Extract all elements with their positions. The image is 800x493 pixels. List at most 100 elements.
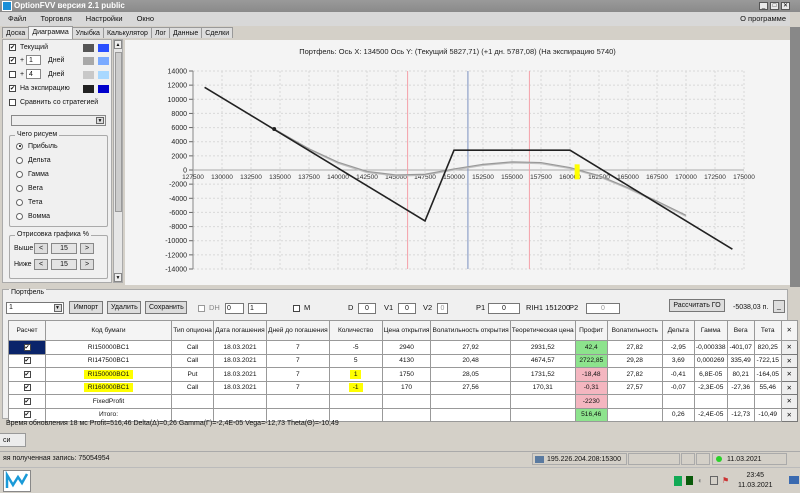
- option-delta[interactable]: Дельта: [16, 155, 51, 167]
- expiry-color-swatch-2[interactable]: [98, 85, 109, 93]
- table-row[interactable]: ✔ RI160000BC1 Call 18.03.2021 7 -1 170 27,56 170…: [8, 380, 798, 395]
- scroll-up-icon[interactable]: ▲: [114, 40, 122, 49]
- speaker-icon[interactable]: ◐: [698, 476, 703, 485]
- close-button[interactable]: ✕: [781, 2, 790, 10]
- tab-data[interactable]: Данные: [168, 27, 203, 38]
- close-icon[interactable]: ✕: [786, 412, 792, 419]
- close-icon[interactable]: ✕: [786, 371, 792, 378]
- save-button[interactable]: Сохранить: [145, 301, 187, 314]
- menu-about[interactable]: О программе: [740, 12, 786, 26]
- v2-input[interactable]: 0: [437, 303, 448, 314]
- clock[interactable]: 23:45 11.03.2021: [738, 471, 773, 491]
- flag-icon[interactable]: ⚑: [722, 476, 729, 485]
- remove-row-button[interactable]: ✕: [780, 380, 798, 395]
- plus4-days-input[interactable]: 4: [26, 69, 42, 80]
- table-row[interactable]: ✔ RI147500BC1 Call 18.03.2021 7 5 4130 20,48 467…: [8, 353, 798, 368]
- plus1-color-swatch-2[interactable]: [98, 57, 109, 65]
- below-decrease-button[interactable]: <: [34, 259, 48, 270]
- remove-row-button[interactable]: ✕: [780, 394, 798, 409]
- minimize-panel-button[interactable]: _: [773, 300, 785, 313]
- radio-icon[interactable]: [16, 212, 23, 220]
- calc-checkbox-cell[interactable]: ✔: [8, 353, 46, 368]
- plus1-days-input[interactable]: 1: [26, 55, 42, 66]
- above-increase-button[interactable]: >: [80, 243, 94, 254]
- remove-row-button[interactable]: ✕: [780, 367, 798, 382]
- d-input[interactable]: 0: [358, 303, 376, 314]
- calc-checkbox-cell[interactable]: ✔: [8, 340, 46, 355]
- dh-spinner-1[interactable]: 0: [225, 303, 244, 314]
- scroll-thumb[interactable]: [115, 52, 122, 212]
- expiry-color-swatch[interactable]: [83, 85, 94, 93]
- scroll-down-icon[interactable]: ▼: [114, 273, 122, 282]
- tab-log[interactable]: Лог: [150, 27, 170, 38]
- dropdown-arrow-icon[interactable]: ▼: [96, 117, 104, 124]
- delete-button[interactable]: Удалить: [107, 301, 141, 314]
- close-icon[interactable]: ✕: [786, 398, 792, 405]
- plus4-checkbox[interactable]: [9, 70, 16, 78]
- calc-checkbox[interactable]: ✔: [23, 343, 31, 351]
- portfolio-select[interactable]: 1 ▼: [6, 302, 64, 314]
- option-theta[interactable]: Тета: [16, 197, 43, 209]
- dropdown-arrow-icon[interactable]: ▼: [54, 304, 62, 312]
- radio-icon[interactable]: [16, 142, 23, 150]
- tab-diagram[interactable]: Диаграмма: [28, 26, 73, 39]
- p2-input[interactable]: 0: [586, 303, 620, 314]
- m-checkbox[interactable]: [293, 305, 300, 312]
- plus4-color-swatch-2[interactable]: [98, 71, 109, 79]
- close-icon[interactable]: ✕: [786, 385, 792, 392]
- radio-icon[interactable]: [16, 170, 23, 178]
- network-tray-icon[interactable]: [710, 476, 718, 485]
- close-icon[interactable]: ✕: [786, 358, 792, 365]
- minimize-button[interactable]: _: [759, 2, 768, 10]
- dh-spinner-2[interactable]: 1: [248, 303, 267, 314]
- calc-checkbox-cell[interactable]: ✔: [8, 394, 46, 409]
- above-decrease-button[interactable]: <: [34, 243, 48, 254]
- app-taskbar-icon[interactable]: [3, 470, 31, 492]
- plus1-color-swatch[interactable]: [83, 57, 94, 65]
- v1-input[interactable]: 0: [398, 303, 416, 314]
- calc-checkbox[interactable]: ✔: [23, 397, 31, 405]
- remove-row-button[interactable]: ✕: [780, 340, 798, 355]
- maximize-button[interactable]: □: [770, 2, 779, 10]
- show-desktop-button[interactable]: [789, 476, 799, 484]
- table-row[interactable]: ✔ RI150000BO1 Put 18.03.2021 7 1 1750 28,05 1731…: [8, 367, 798, 382]
- calc-checkbox[interactable]: ✔: [23, 411, 31, 419]
- close-all-header[interactable]: ✕: [780, 320, 798, 341]
- tab-deals[interactable]: Сделки: [201, 27, 234, 38]
- dh-checkbox[interactable]: [198, 305, 205, 312]
- calc-checkbox[interactable]: ✔: [23, 370, 31, 378]
- import-button[interactable]: Импорт: [69, 301, 103, 314]
- strategy-select[interactable]: ▼: [11, 115, 106, 126]
- calc-checkbox[interactable]: ✔: [23, 357, 31, 365]
- remove-row-button[interactable]: ✕: [780, 353, 798, 368]
- tab-calculator[interactable]: Калькулятор: [102, 27, 152, 38]
- current-color-swatch-2[interactable]: [98, 44, 109, 52]
- option-vomma[interactable]: Вомма: [16, 211, 50, 223]
- radio-icon[interactable]: [16, 184, 23, 192]
- current-checkbox[interactable]: ✔: [9, 43, 16, 51]
- table-row[interactable]: ✔ FixedProfit -2230 ✕: [8, 394, 798, 409]
- plus4-color-swatch[interactable]: [83, 71, 94, 79]
- menu-file[interactable]: Файл: [0, 12, 32, 26]
- calc-checkbox-cell[interactable]: ✔: [8, 367, 46, 382]
- option-gamma[interactable]: Гамма: [16, 169, 49, 181]
- calculate-go-button[interactable]: Рассчитать ГО: [669, 299, 725, 312]
- table-row[interactable]: ✔ RI150000BC1 Call 18.03.2021 7 -5 2940 27,92 29…: [8, 340, 798, 355]
- tab-smile[interactable]: Улыбка: [71, 27, 104, 38]
- compare-checkbox[interactable]: [9, 98, 16, 106]
- radio-icon[interactable]: [16, 198, 23, 206]
- left-panel-scrollbar[interactable]: ▲ ▼: [113, 39, 123, 283]
- option-vega[interactable]: Вега: [16, 183, 43, 195]
- bottom-tab[interactable]: си: [0, 433, 26, 447]
- p1-input[interactable]: 0: [488, 303, 520, 314]
- calc-checkbox-cell[interactable]: ✔: [8, 380, 46, 395]
- calc-checkbox[interactable]: ✔: [23, 384, 31, 392]
- tray-icon[interactable]: [686, 476, 693, 485]
- menu-settings[interactable]: Настройки: [78, 12, 129, 26]
- menu-trading[interactable]: Торговля: [32, 12, 77, 26]
- right-splitter[interactable]: [790, 27, 800, 287]
- remove-row-button[interactable]: ✕: [780, 407, 798, 422]
- below-increase-button[interactable]: >: [80, 259, 94, 270]
- option-profit[interactable]: Прибыль: [16, 141, 58, 153]
- close-icon[interactable]: ✕: [786, 344, 792, 351]
